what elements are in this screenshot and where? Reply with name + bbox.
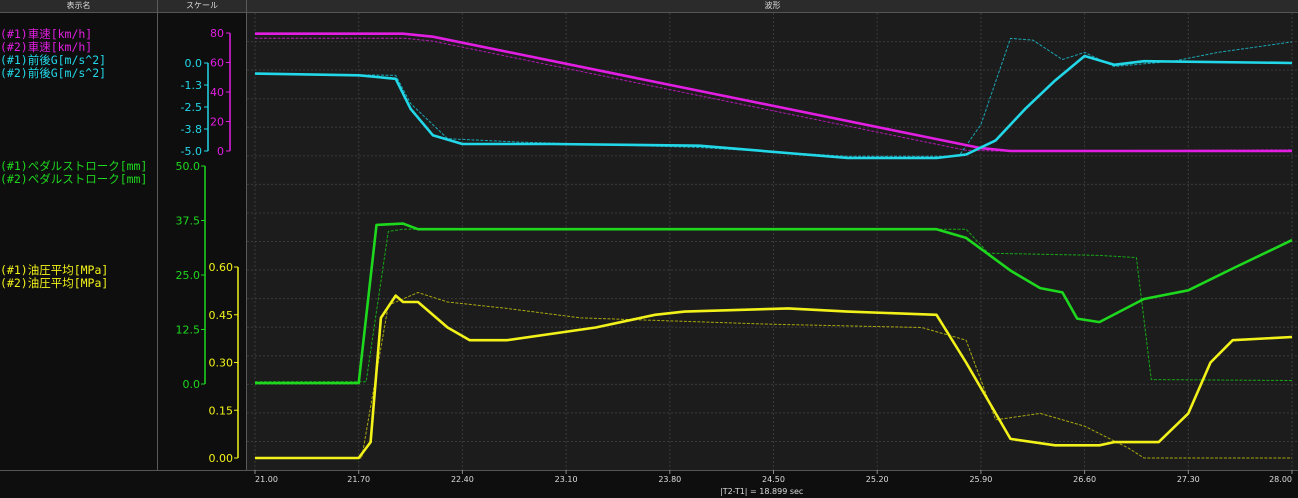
scale-label-pedal: 25.0 [176,269,201,282]
scale-label-press: 0.45 [209,309,234,322]
series-line-pedal-1 [255,222,1293,385]
x-tick-label: 21.70 [347,475,370,484]
scale-label-speed: 60 [210,57,224,70]
scale-label-speed: 40 [210,86,224,99]
legend-item-pressure-2[interactable]: (#2)油圧平均[MPa] [0,277,108,290]
x-tick-label: 25.90 [969,475,992,484]
legend-group-pressure: (#1)油圧平均[MPa] (#2)油圧平均[MPa] [0,264,108,290]
x-tick-label: 22.40 [451,475,474,484]
scale-label-press: 0.15 [209,404,234,417]
scale-label-accel: -2.5 [181,101,202,114]
scale-label-pedal: 12.5 [176,324,201,337]
scale-label-pedal: 0.0 [183,378,201,391]
legend-item-accel-2[interactable]: (#2)前後G[m/s^2] [0,67,106,80]
scale-label-accel: -5.0 [181,145,202,158]
x-tick-label: 27.30 [1177,475,1200,484]
scale-label-speed: 20 [210,116,224,129]
legend-group-speed-accel: (#1)車速[km/h] (#2)車速[km/h] (#1)前後G[m/s^2]… [0,28,106,80]
scale-label-speed: 0 [217,145,224,158]
scale-label-accel: 0.0 [185,57,203,70]
x-tick-label: 23.10 [555,475,578,484]
x-tick-label: 28.00 [1269,475,1292,484]
x-tick-label: 25.20 [866,475,889,484]
scale-label-press: 0.60 [209,261,234,274]
header-waveform-column: 波形 [247,0,1298,13]
scale-label-pedal: 37.5 [176,215,201,228]
cursor-delta-readout: |T2-T1| = 18.899 sec [720,487,804,496]
legend-item-pedal-2[interactable]: (#2)ペダルストローク[mm] [0,173,147,186]
x-tick-label: 24.50 [762,475,785,484]
scale-label-press: 0.30 [209,357,234,370]
x-tick-label: 23.80 [658,475,681,484]
x-tick-label: 26.60 [1073,475,1096,484]
legend-group-pedal: (#1)ペダルストローク[mm] (#2)ペダルストローク[mm] [0,160,147,186]
waveform-plot[interactable] [247,13,1298,470]
scale-label-accel: -1.3 [181,79,202,92]
header-name-column: 表示名 [0,0,157,13]
scale-axes: 80 60 40 20 0 0.0 -1.3 -2.5 -3.8 -5.0 50.0 37.5 25.0… [176,27,239,465]
scale-label-accel: -3.8 [181,123,202,136]
x-tick-label: 21.00 [255,475,278,484]
scale-label-pedal: 50.0 [176,160,201,173]
scale-label-speed: 80 [210,27,224,40]
header-scale-column: スケール [158,0,246,13]
scale-label-press: 0.00 [209,452,234,465]
